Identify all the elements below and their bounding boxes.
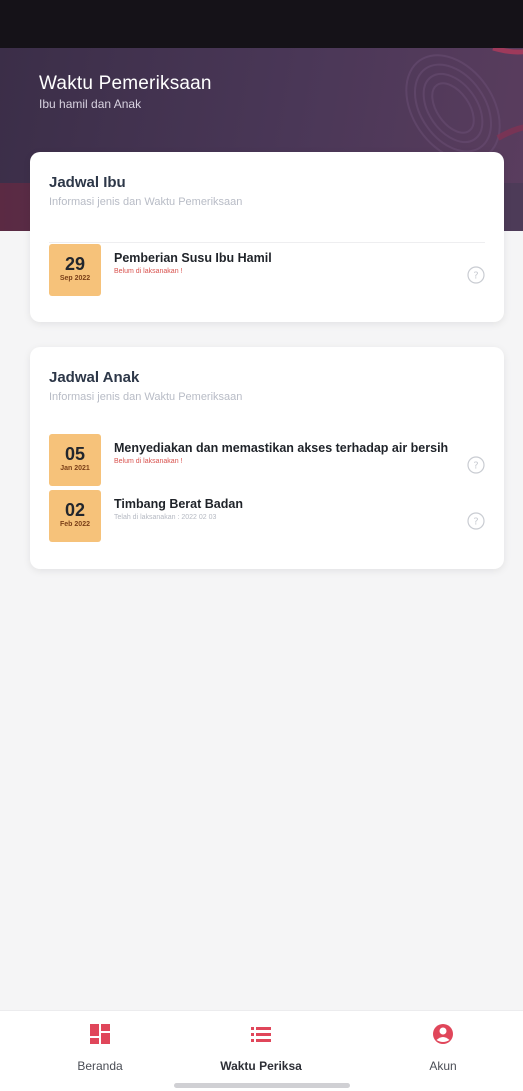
nav-item-beranda[interactable]: Beranda — [40, 1023, 160, 1073]
date-badge: 02 Feb 2022 — [49, 490, 101, 542]
nav-label: Waktu Periksa — [220, 1059, 302, 1073]
nav-item-waktu-periksa[interactable]: Waktu Periksa — [201, 1023, 321, 1073]
date-day: 02 — [64, 500, 86, 520]
nav-label: Beranda — [77, 1059, 123, 1073]
schedule-item[interactable]: 05 Jan 2021 Menyediakan dan memastikan a… — [49, 434, 485, 486]
jadwal-anak-card: Jadwal Anak Informasi jenis dan Waktu Pe… — [30, 347, 504, 569]
help-icon[interactable]: ? — [467, 266, 485, 284]
divider — [49, 242, 485, 243]
home-indicator — [174, 1083, 350, 1088]
date-badge: 29 Sep 2022 — [49, 244, 101, 296]
account-icon — [433, 1024, 453, 1044]
schedule-item-title: Timbang Berat Badan — [114, 497, 243, 511]
page-title: Waktu Pemeriksaan — [39, 73, 212, 94]
svg-text:?: ? — [473, 271, 478, 282]
schedule-item-title: Pemberian Susu Ibu Hamil — [114, 251, 272, 265]
date-month-year: Feb 2022 — [60, 521, 90, 528]
bottom-nav: Beranda Waktu Periksa Akun — [0, 1010, 523, 1091]
card-title: Jadwal Ibu — [49, 174, 126, 191]
date-day: 29 — [64, 254, 86, 274]
date-month-year: Jan 2021 — [60, 465, 90, 472]
status-bar — [0, 0, 523, 48]
schedule-item-status: Telah di laksanakan : 2022 02 03 — [114, 514, 217, 521]
card-title: Jadwal Anak — [49, 369, 140, 386]
nav-item-akun[interactable]: Akun — [383, 1023, 503, 1073]
list-icon — [251, 1027, 271, 1042]
help-icon[interactable]: ? — [467, 512, 485, 530]
date-day: 05 — [64, 444, 86, 464]
schedule-item[interactable]: 02 Feb 2022 Timbang Berat Badan Telah di… — [49, 490, 485, 542]
card-subtitle: Informasi jenis dan Waktu Pemeriksaan — [49, 196, 243, 208]
date-badge: 05 Jan 2021 — [49, 434, 101, 486]
date-month-year: Sep 2022 — [59, 275, 91, 282]
nav-label: Akun — [429, 1059, 457, 1073]
schedule-item-title: Menyediakan dan memastikan akses terhada… — [114, 441, 449, 455]
dashboard-icon — [90, 1024, 110, 1044]
schedule-item-status: Belum di laksanakan ! — [114, 268, 183, 275]
help-icon[interactable]: ? — [467, 456, 485, 474]
schedule-item[interactable]: 29 Sep 2022 Pemberian Susu Ibu Hamil Bel… — [49, 244, 485, 296]
schedule-item-status: Belum di laksanakan ! — [114, 458, 183, 465]
page-subtitle: Ibu hamil dan Anak — [39, 97, 142, 111]
app-screen: Waktu Pemeriksaan Ibu hamil dan Anak Jad… — [0, 0, 523, 1091]
svg-text:?: ? — [473, 461, 478, 472]
card-subtitle: Informasi jenis dan Waktu Pemeriksaan — [49, 391, 243, 403]
svg-text:?: ? — [473, 517, 478, 528]
jadwal-ibu-card: Jadwal Ibu Informasi jenis dan Waktu Pem… — [30, 152, 504, 322]
